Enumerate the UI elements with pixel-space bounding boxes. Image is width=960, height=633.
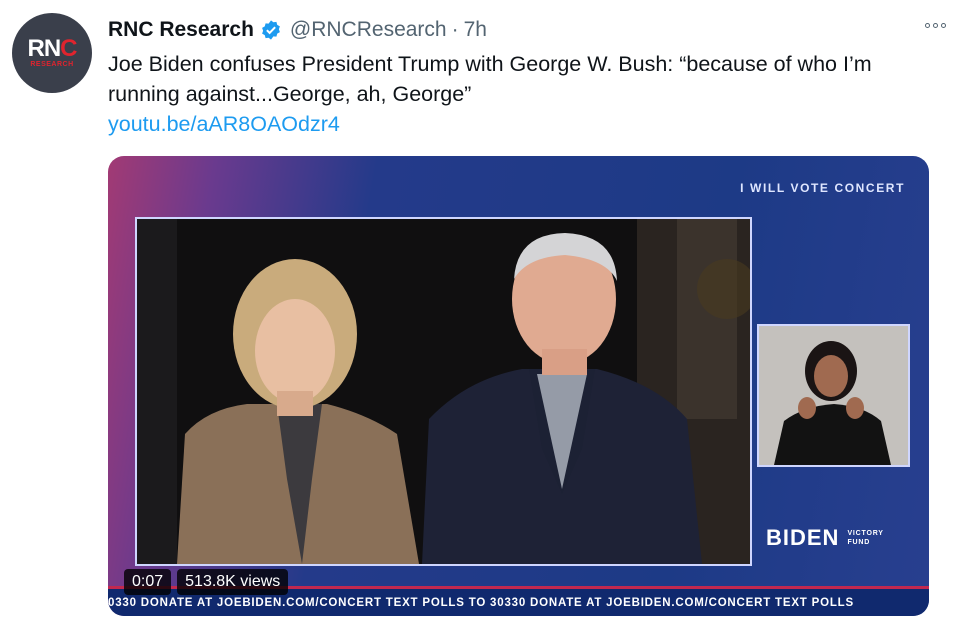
- more-options-icon[interactable]: [920, 14, 950, 36]
- concert-banner: I WILL VOTE CONCERT: [740, 181, 905, 195]
- avatar-logo: RNC: [27, 35, 77, 62]
- avatar-logo-sub: RESEARCH: [30, 61, 74, 68]
- tweet-text: Joe Biden confuses President Trump with …: [108, 52, 872, 106]
- video-main-frame: [135, 217, 752, 566]
- brand-name: BIDEN: [766, 525, 840, 550]
- avatar[interactable]: RNC RESEARCH: [12, 13, 92, 93]
- separator: ·: [451, 18, 459, 41]
- ticker-text: 0330 DONATE AT JOEBIDEN.COM/CONCERT TEXT…: [108, 597, 854, 609]
- author-name[interactable]: RNC Research: [108, 18, 254, 42]
- biden-victory-fund-logo: BIDEN VICTORY FUND: [766, 525, 884, 551]
- author-handle[interactable]: @RNCResearch: [290, 18, 447, 42]
- video-stats-overlay: 0:07 513.8K views: [124, 569, 289, 595]
- tweet-link[interactable]: youtu.be/aAR8OAOdzr4: [108, 112, 340, 137]
- verified-badge-icon: [262, 20, 280, 40]
- sign-language-interpreter: [757, 324, 910, 467]
- video-scene: [137, 219, 750, 564]
- interpreter-scene: [759, 326, 908, 465]
- video-views: 513.8K views: [177, 569, 289, 595]
- tweet-header: RNC Research @RNCResearch · 7h: [108, 16, 940, 44]
- timestamp[interactable]: 7h: [464, 18, 487, 42]
- video-player[interactable]: I WILL VOTE CONCERT BIDEN VICTORY FUND 0…: [108, 156, 929, 616]
- brand-fund: VICTORY FUND: [847, 530, 884, 546]
- video-time: 0:07: [124, 569, 172, 595]
